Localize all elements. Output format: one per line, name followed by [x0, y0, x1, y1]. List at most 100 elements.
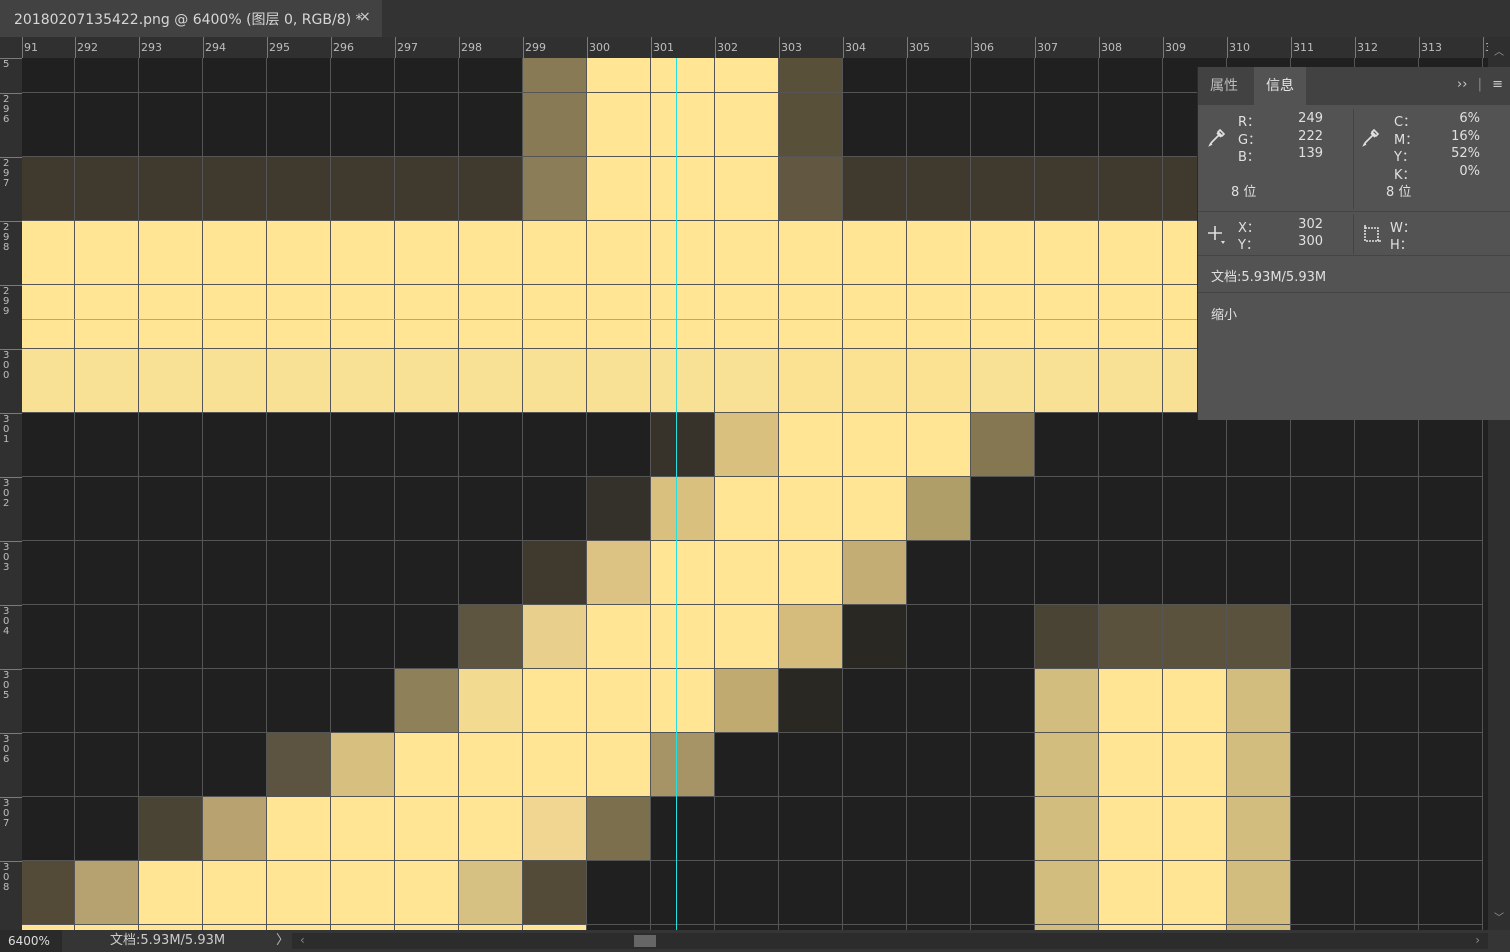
tab-info[interactable]: 信息 [1254, 67, 1306, 105]
canvas-pixel [459, 221, 523, 285]
canvas-pixel [459, 58, 523, 93]
ruler-label: 303 [781, 41, 802, 54]
tool-hint: 缩小 [1211, 308, 1238, 323]
selection-size-icon [1364, 225, 1381, 242]
canvas-pixel [139, 157, 203, 221]
canvas-pixel [267, 93, 331, 157]
canvas-pixel [139, 541, 203, 605]
canvas-pixel [395, 797, 459, 861]
tab-properties[interactable]: 属性 [1198, 67, 1250, 105]
canvas-pixel [523, 285, 587, 349]
canvas-pixel [1291, 605, 1355, 669]
scroll-thumb[interactable] [634, 935, 656, 947]
canvas-pixel [907, 605, 971, 669]
menu-icon[interactable]: ≡ [1492, 77, 1503, 92]
vertical-ruler[interactable]: 5 296 297 298 299 300 301 302 303 304 305 306 307 308 [0, 58, 22, 930]
ruler-tick [75, 37, 76, 58]
canvas-pixel [651, 541, 715, 605]
canvas-pixel [267, 605, 331, 669]
canvas-pixel [139, 58, 203, 93]
canvas-pixel [203, 93, 267, 157]
canvas-pixel [843, 605, 907, 669]
canvas-pixel [587, 285, 651, 349]
canvas-pixel [843, 58, 907, 93]
canvas-pixel [523, 58, 587, 93]
canvas-pixel [267, 797, 331, 861]
canvas-pixel [459, 285, 523, 349]
canvas-pixel [971, 349, 1035, 413]
canvas-pixel [1291, 733, 1355, 797]
ruler-label: 5 [3, 59, 10, 70]
scroll-right-icon[interactable]: › [1475, 933, 1480, 947]
ruler-label: 306 [973, 41, 994, 54]
canvas-pixel [779, 221, 843, 285]
canvas-pixel [139, 669, 203, 733]
canvas-pixel [395, 861, 459, 925]
canvas-pixel [1355, 733, 1419, 797]
divider [1198, 292, 1510, 293]
canvas-pixel [1035, 58, 1099, 93]
canvas-pixel [651, 669, 715, 733]
ruler-label: 308 [1101, 41, 1122, 54]
close-icon[interactable]: × [359, 9, 371, 25]
y-label: Y： [1238, 238, 1259, 253]
scroll-up-icon[interactable]: ︿ [1494, 43, 1504, 58]
canvas-pixel [1163, 797, 1227, 861]
canvas-pixel [75, 605, 139, 669]
canvas-pixel [331, 861, 395, 925]
ruler-tick [22, 37, 23, 58]
canvas-pixel [1099, 669, 1163, 733]
ruler-label: 304 [845, 41, 866, 54]
canvas-pixel [203, 605, 267, 669]
canvas-pixel [459, 477, 523, 541]
horizontal-ruler[interactable]: 91 292 293 294 295 296 297 298 299 300 301 302 303 30… [22, 37, 1488, 58]
document-tab[interactable]: 20180207135422.png @ 6400% (图层 0, RGB/8)… [0, 0, 382, 37]
zoom-level[interactable]: 6400% [0, 930, 62, 952]
canvas-pixel [1099, 157, 1163, 221]
canvas-pixel [907, 733, 971, 797]
canvas-pixel [651, 221, 715, 285]
canvas-pixel [523, 605, 587, 669]
canvas-pixel [1419, 541, 1483, 605]
canvas-pixel [651, 605, 715, 669]
canvas-pixel [779, 797, 843, 861]
canvas-pixel [1355, 669, 1419, 733]
canvas-pixel [971, 58, 1035, 93]
ruler-corner[interactable] [0, 37, 22, 58]
canvas-pixel [1227, 861, 1291, 925]
canvas-pixel [139, 93, 203, 157]
panel-menu[interactable]: ›› | ≡ [1457, 77, 1503, 92]
ruler-label: 312 [1357, 41, 1378, 54]
vertical-guide[interactable] [676, 58, 677, 930]
scroll-left-icon[interactable]: ‹ [300, 933, 305, 947]
canvas-pixel [1035, 477, 1099, 541]
canvas-pixel [1035, 541, 1099, 605]
canvas-pixel [587, 413, 651, 477]
expand-icon[interactable]: ›› [1457, 77, 1467, 92]
horizontal-guide[interactable] [22, 319, 1197, 320]
horizontal-scrollbar[interactable]: ‹ › [292, 933, 1488, 949]
canvas-pixel [395, 605, 459, 669]
ruler-tick [331, 37, 332, 58]
ruler-label: 298 [461, 41, 482, 54]
canvas-pixel [395, 157, 459, 221]
canvas-pixel [843, 157, 907, 221]
canvas-pixel [587, 669, 651, 733]
canvas-pixel [779, 861, 843, 925]
status-document-size: 文档:5.93M/5.93M [110, 933, 226, 948]
canvas-pixel [715, 669, 779, 733]
canvas-pixel [395, 58, 459, 93]
canvas-pixel [22, 413, 75, 477]
scroll-down-icon[interactable]: ﹀ [1494, 909, 1504, 924]
canvas-pixel [75, 221, 139, 285]
canvas-pixel [22, 477, 75, 541]
canvas-pixel [267, 58, 331, 93]
canvas-pixel [331, 733, 395, 797]
status-menu-arrow[interactable]: 〉 [276, 930, 289, 952]
canvas-pixel [1035, 797, 1099, 861]
ruler-tick [523, 37, 524, 58]
ruler-label: 302 [3, 478, 10, 509]
canvas-pixel [203, 221, 267, 285]
canvas-pixel [1163, 669, 1227, 733]
ruler-label: 91 [24, 41, 38, 54]
